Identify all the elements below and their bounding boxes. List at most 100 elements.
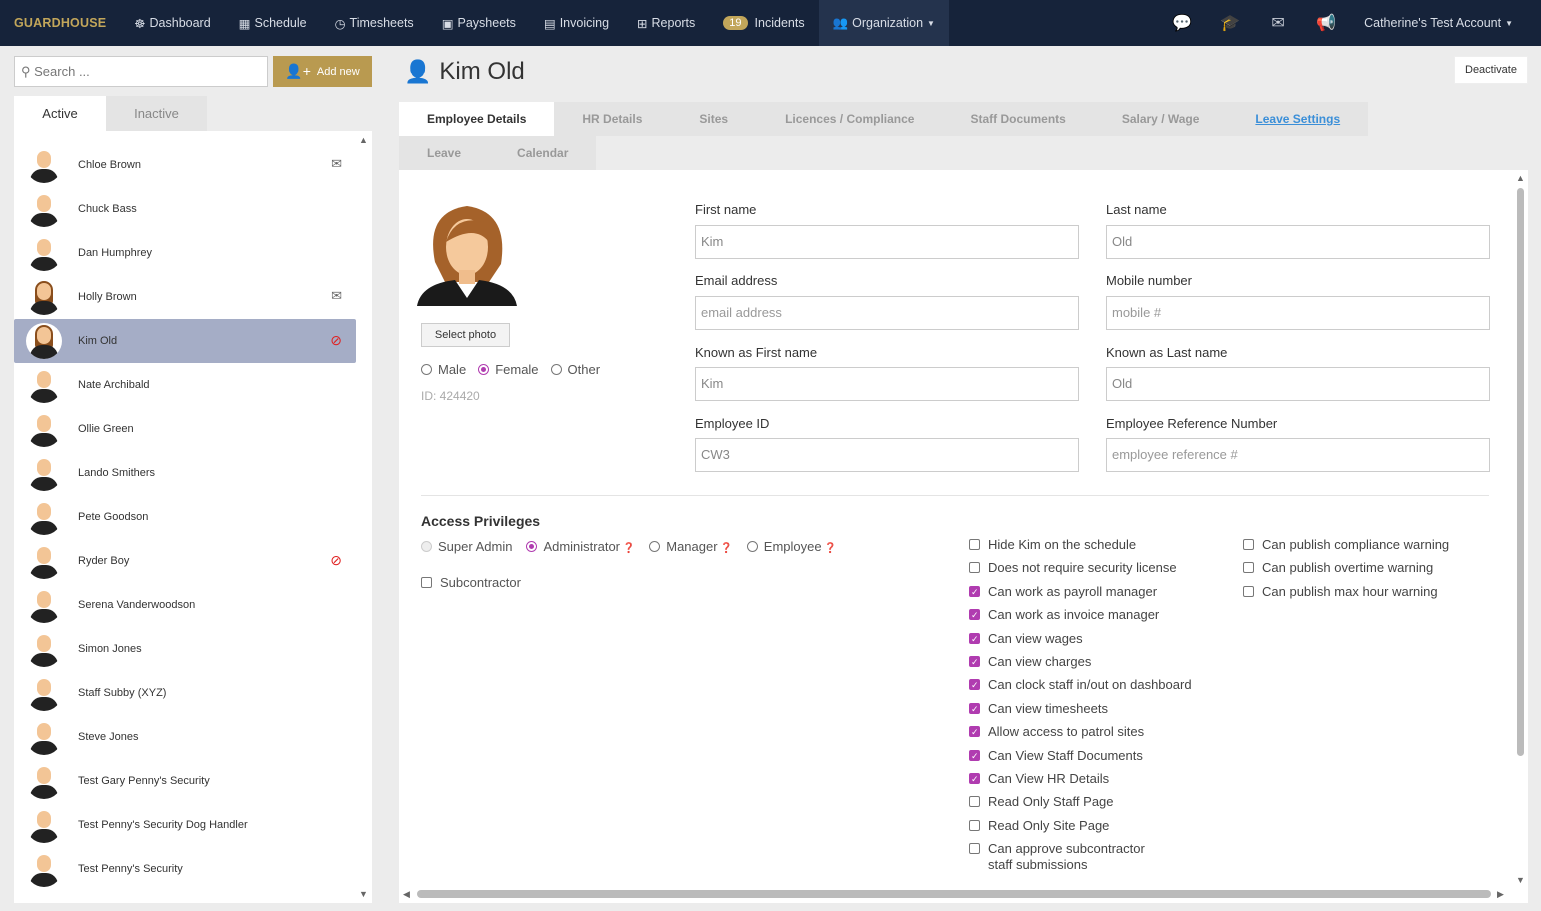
ban-icon[interactable]: ⊘	[330, 332, 342, 349]
employee-list-item[interactable]: Pete Goodson	[14, 495, 356, 539]
checkbox[interactable]	[969, 771, 980, 787]
logo[interactable]: GUARDHOUSE	[14, 16, 106, 30]
tab-employee-details[interactable]: Employee Details	[399, 102, 555, 136]
scroll-right-icon[interactable]: ▶	[1497, 889, 1504, 900]
employee-list-item[interactable]: Lando Smithers	[14, 451, 356, 495]
first-name-input[interactable]: Kim	[695, 225, 1079, 259]
permission-checkbox[interactable]: Can view charges	[969, 654, 1209, 670]
tab-inactive[interactable]: Inactive	[106, 96, 207, 131]
deactivate-button[interactable]: Deactivate	[1454, 56, 1528, 84]
nav-reports[interactable]: ⊞ Reports	[623, 0, 709, 46]
permission-checkbox[interactable]: Can publish compliance warning	[1243, 537, 1483, 553]
tab-staff-documents[interactable]: Staff Documents	[942, 102, 1094, 136]
scroll-left-icon[interactable]: ◀	[403, 889, 410, 900]
permission-checkbox[interactable]: Does not require security license	[969, 560, 1209, 576]
employee-list-item[interactable]: Chuck Bass	[14, 187, 356, 231]
checkbox[interactable]	[969, 539, 980, 550]
employee-list-item[interactable]: Serena Vanderwoodson	[14, 583, 356, 627]
known-first-input[interactable]: Kim	[695, 367, 1079, 401]
checkbox[interactable]	[969, 724, 980, 740]
employee-id-input[interactable]: CW3	[695, 438, 1079, 472]
checkbox[interactable]	[969, 654, 980, 670]
permission-checkbox[interactable]: Hide Kim on the schedule	[969, 537, 1209, 553]
envelope-icon[interactable]: ✉	[331, 156, 342, 172]
checkbox[interactable]	[969, 796, 980, 808]
nav-invoicing[interactable]: ▤ Invoicing	[530, 0, 623, 46]
panel-scrollbar[interactable]	[1517, 188, 1524, 756]
permission-checkbox[interactable]: Can View Staff Documents	[969, 748, 1209, 764]
checkbox[interactable]	[969, 819, 980, 831]
help-icon[interactable]: ❓	[822, 543, 836, 554]
permission-checkbox[interactable]: Can View HR Details	[969, 771, 1209, 787]
gender-radio-female[interactable]: Female	[478, 362, 539, 377]
subcontractor-checkbox[interactable]: Subcontractor	[421, 575, 521, 590]
megaphone-icon[interactable]: 📢	[1302, 13, 1350, 33]
checkbox[interactable]	[1243, 562, 1254, 574]
employee-list-item[interactable]: Steve Jones	[14, 715, 356, 759]
permission-checkbox[interactable]: Can publish overtime warning	[1243, 560, 1483, 576]
email-input[interactable]: email address	[695, 296, 1079, 330]
help-icon[interactable]: ❓	[718, 543, 732, 554]
tab-sites[interactable]: Sites	[670, 102, 758, 136]
permission-checkbox[interactable]: Allow access to patrol sites	[969, 724, 1209, 740]
mobile-input[interactable]: mobile #	[1106, 296, 1490, 330]
checkbox[interactable]	[969, 607, 980, 623]
permission-checkbox[interactable]: Can view timesheets	[969, 701, 1209, 717]
graduation-cap-icon[interactable]: 🎓	[1206, 13, 1254, 33]
envelope-icon[interactable]: ✉	[1254, 13, 1302, 33]
tab-salary-wage[interactable]: Salary / Wage	[1093, 102, 1228, 136]
envelope-icon[interactable]: ✉	[331, 288, 342, 304]
known-last-input[interactable]: Old	[1106, 367, 1490, 401]
nav-schedule[interactable]: ▦ Schedule	[225, 0, 321, 46]
permission-checkbox[interactable]: Can approve subcontractor staff submissi…	[969, 841, 1169, 873]
last-name-input[interactable]: Old	[1106, 225, 1490, 259]
checkbox[interactable]	[1243, 585, 1254, 597]
nav-paysheets[interactable]: ▣ Paysheets	[428, 0, 530, 46]
permission-checkbox[interactable]: Can work as invoice manager	[969, 607, 1209, 623]
scroll-up-icon[interactable]: ▲	[1516, 173, 1525, 183]
scroll-down-icon[interactable]: ▼	[359, 889, 368, 899]
gender-radio-other[interactable]: Other	[550, 362, 600, 377]
nav-organization[interactable]: 👥 Organization ▼	[818, 0, 949, 46]
chat-icon[interactable]: 💬	[1158, 13, 1206, 33]
employee-list-item[interactable]: Kim Old ⊘	[14, 319, 356, 363]
role-radio-super-admin[interactable]: Super Admin	[421, 539, 512, 554]
tab-calendar[interactable]: Calendar	[489, 136, 597, 170]
permission-checkbox[interactable]: Can publish max hour warning	[1243, 584, 1483, 600]
employee-list-item[interactable]: Chloe Brown ✉	[14, 143, 356, 187]
ban-icon[interactable]: ⊘	[330, 552, 342, 569]
scroll-down-icon[interactable]: ▼	[1516, 875, 1525, 885]
employee-list-item[interactable]: Nate Archibald	[14, 363, 356, 407]
role-radio-employee[interactable]: Employee ❓	[746, 539, 837, 554]
checkbox[interactable]	[969, 677, 980, 693]
tab-active[interactable]: Active	[14, 96, 106, 131]
gender-radio-male[interactable]: Male	[421, 362, 466, 377]
reference-input[interactable]: employee reference #	[1106, 438, 1490, 472]
checkbox[interactable]	[969, 701, 980, 717]
permission-checkbox[interactable]: Read Only Site Page	[969, 818, 1209, 834]
employee-list-item[interactable]: Simon Jones	[14, 627, 356, 671]
role-radio-administrator[interactable]: Administrator ❓	[526, 539, 635, 554]
add-new-button[interactable]: 👤+ Add new	[273, 56, 372, 87]
checkbox[interactable]	[969, 584, 980, 600]
employee-list-item[interactable]: Test Gary Penny's Security	[14, 759, 356, 803]
role-radio-manager[interactable]: Manager ❓	[649, 539, 733, 554]
tab-leave-settings[interactable]: Leave Settings	[1227, 102, 1369, 136]
tab-licences-compliance[interactable]: Licences / Compliance	[757, 102, 943, 136]
permission-checkbox[interactable]: Can view wages	[969, 631, 1209, 647]
employee-list-item[interactable]: Dan Humphrey	[14, 231, 356, 275]
checkbox[interactable]	[969, 748, 980, 764]
employee-list-item[interactable]: Test Penny's Security Dog Handler	[14, 803, 356, 847]
scroll-up-icon[interactable]: ▲	[359, 135, 368, 145]
checkbox[interactable]	[1243, 539, 1254, 550]
employee-list-item[interactable]: Test Penny's Security	[14, 847, 356, 891]
horizontal-scrollbar[interactable]	[417, 890, 1491, 898]
permission-checkbox[interactable]: Can clock staff in/out on dashboard	[969, 677, 1209, 693]
nav-timesheets[interactable]: ◷ Timesheets	[321, 0, 428, 46]
tab-hr-details[interactable]: HR Details	[554, 102, 671, 136]
permission-checkbox[interactable]: Can work as payroll manager	[969, 584, 1209, 600]
account-menu[interactable]: Catherine's Test Account ▼	[1350, 0, 1527, 46]
employee-list-item[interactable]: Staff Subby (XYZ)	[14, 671, 356, 715]
employee-list-item[interactable]: Ryder Boy ⊘	[14, 539, 356, 583]
checkbox[interactable]	[969, 562, 980, 574]
